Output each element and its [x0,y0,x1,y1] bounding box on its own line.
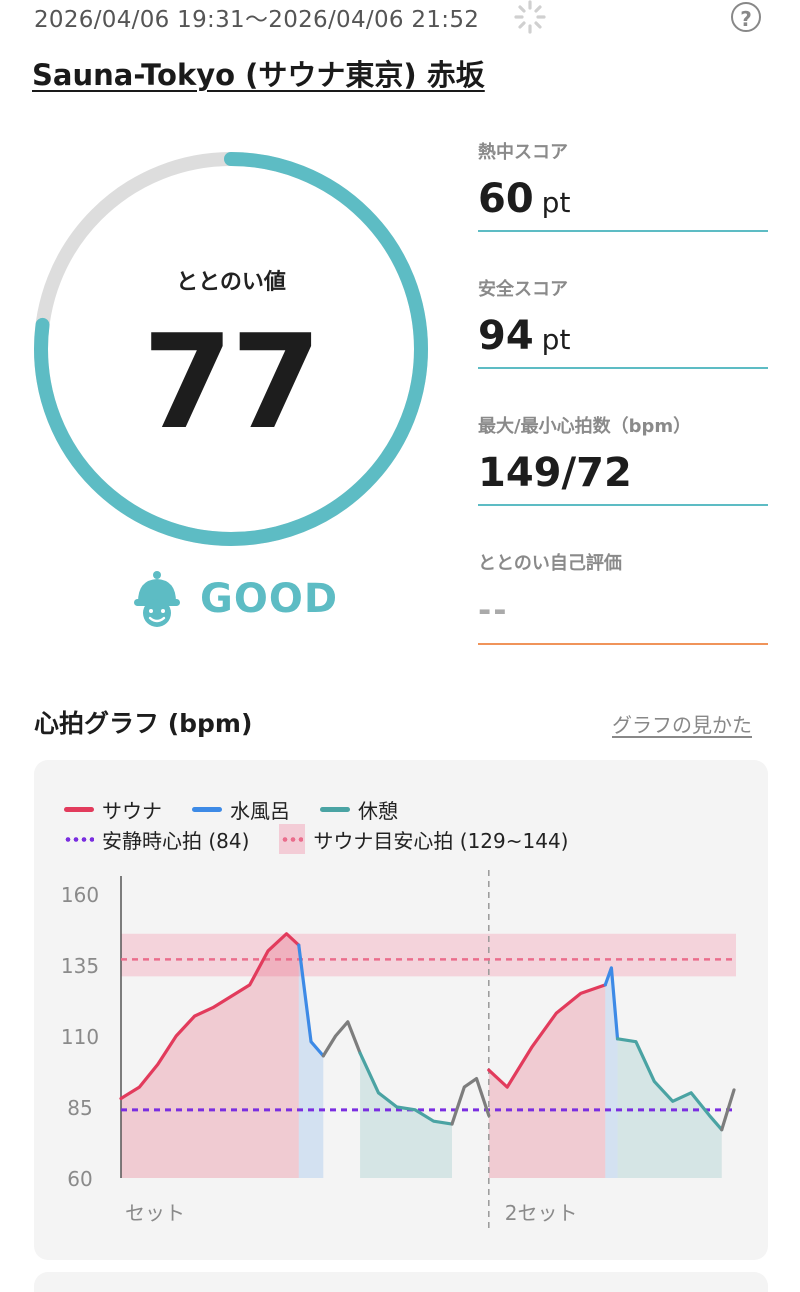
x-label-set-2: 2セット [505,1201,578,1225]
heart-rate-value: 149/72 [478,450,632,496]
legend-rest: 休憩 [320,795,398,824]
safety-score-metric: 安全スコア 94 pt [478,275,768,369]
heat-score-metric: 熱中スコア 60 pt [478,138,768,232]
hr-line-other [720,1088,736,1132]
heat-score-value: 60 pt [478,176,571,222]
help-icon[interactable]: ? [731,2,761,32]
y-tick-label: 60 [67,1167,92,1191]
legend-resting-hr: 安静時心拍 (84) [64,825,249,854]
good-mascot-icon [134,571,180,627]
safety-score-value: 94 pt [478,313,571,359]
self-rating-label: ととのい自己評価 [478,553,622,574]
next-card-edge [34,1272,768,1292]
venue-link[interactable]: Sauna-Tokyo (サウナ東京) 赤坂 [32,52,485,94]
heart-rate-label: 最大/最小心拍数（bpm） [478,416,692,437]
y-tick-label: 110 [61,1025,99,1049]
hr-line-other [321,1020,362,1058]
session-datetime: 2026/04/06 19:31～2026/04/06 21:52 [34,7,480,33]
legend-row-phases: サウナ 水風呂 休憩 [64,795,428,824]
loading-spinner-icon [514,0,546,34]
hr-line-other [450,1077,491,1126]
graph-guide-link[interactable]: グラフの見かた [612,709,752,738]
area-sauna [488,984,606,1178]
divider [478,367,768,369]
y-tick-label: 135 [61,954,99,978]
y-tick-label: 160 [61,883,99,907]
legend-sauna: サウナ [64,795,162,824]
divider [478,230,768,232]
rating-label: GOOD [200,576,339,622]
area-rest [360,1053,453,1178]
score-value: 77 [142,306,322,458]
self-rating-metric[interactable]: ととのい自己評価 -- [478,549,768,645]
heart-rate-metric: 最大/最小心拍数（bpm） 149/72 [478,412,768,506]
self-rating-value: -- [478,591,509,629]
heart-rate-graph-title: 心拍グラフ (bpm) [34,709,253,738]
divider [478,643,768,645]
safety-score-label: 安全スコア [478,279,568,300]
heat-score-label: 熱中スコア [478,142,568,163]
x-label-set-1: セット [125,1201,185,1225]
divider [478,504,768,506]
legend-row-lines: 安静時心拍 (84) サウナ目安心拍 (129~144) [64,824,599,854]
heart-rate-chart: 60 85 110 135 160 セット 2セット [61,870,736,1228]
score-label: ととのい値 [176,270,286,295]
legend-cold-bath: 水風呂 [192,795,290,824]
legend-sauna-target: サウナ目安心拍 (129~144) [279,824,569,854]
sauna-target-band [121,933,736,977]
y-tick-label: 85 [67,1096,92,1120]
